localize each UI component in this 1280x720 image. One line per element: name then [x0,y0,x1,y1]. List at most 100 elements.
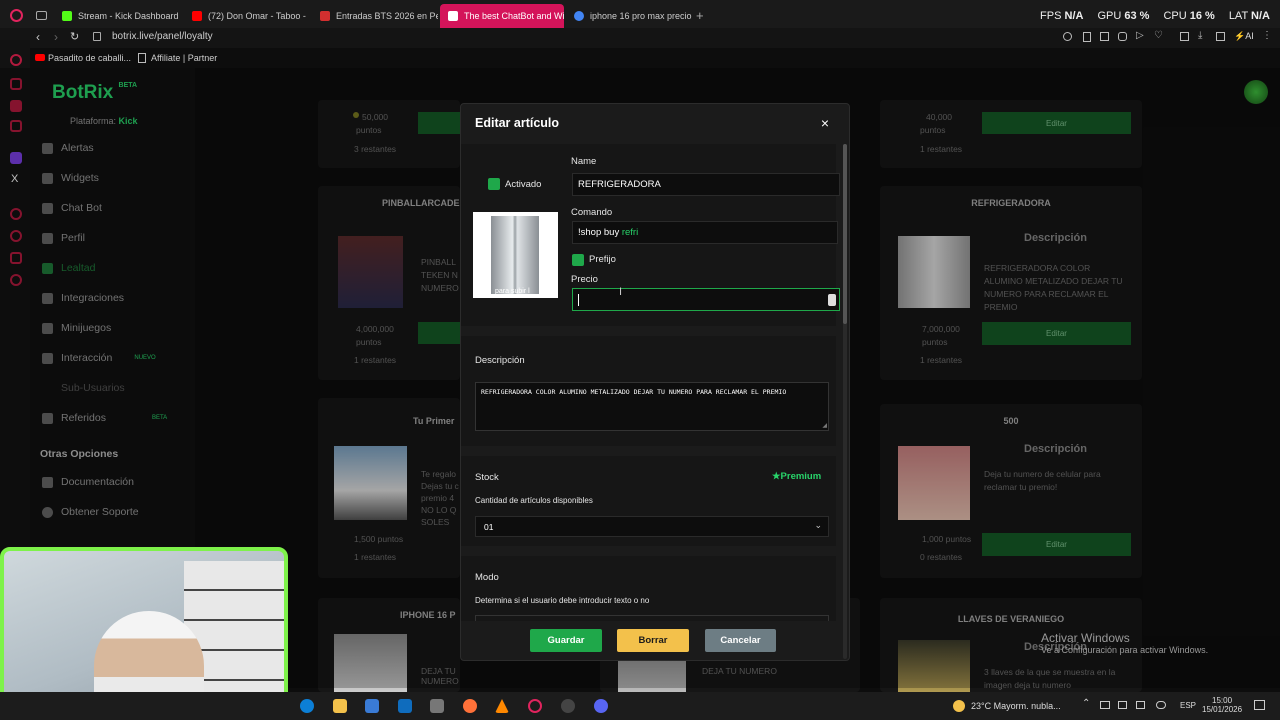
clock-date: 15/01/2026 [1202,705,1243,714]
chevron-down-icon: ⌄ [814,520,822,530]
file-explorer-icon[interactable] [333,699,347,713]
url-text[interactable]: botrix.live/panel/loyalty [112,31,213,42]
descripcion-textarea[interactable]: REFRIGERADORA COLOR ALUMINO METALIZADO D… [475,382,829,431]
modo-description: Determina si el usuario debe introducir … [475,596,650,605]
prefijo-label: Prefijo [589,254,616,265]
comando-label: Comando [571,207,613,218]
edge-icon[interactable] [300,699,314,713]
youtube-icon [192,11,202,21]
zoom-icon[interactable] [1063,32,1072,41]
menu-icon[interactable]: ⋮ [1262,30,1272,41]
tab-iphone-search[interactable]: iphone 16 pro max precio [566,4,692,28]
tab-overview-icon[interactable] [36,11,47,20]
bookmark-pasadito-label[interactable]: Pasadito de caballi... [48,53,131,63]
screenshot-icon[interactable] [1100,32,1109,41]
performance-stats: FPS N/A GPU 63 % CPU 16 % LAT N/A [1040,10,1270,22]
precio-label: Precio [571,274,598,285]
scroll-thumb[interactable] [843,144,847,324]
vlc-icon[interactable] [495,699,509,713]
clock-time: 15:00 [1212,696,1233,705]
guardar-button[interactable]: Guardar [530,629,602,652]
tab-botrix[interactable]: The best ChatBot and Wid [440,4,564,28]
store-icon[interactable] [365,699,379,713]
cantidad-value: 01 [484,521,494,532]
bookmark-affiliate[interactable]: Affiliate | Partner [151,53,217,63]
activado-checkbox[interactable] [488,178,500,190]
firefox-icon[interactable] [463,699,477,713]
edit-item-modal: Editar artículo × Activado Name REFRIGER… [460,103,850,661]
discord-icon[interactable] [594,699,608,713]
tab-youtube[interactable]: (72) Don Omar - Taboo - [184,4,312,28]
extensions-icon[interactable] [1180,32,1189,41]
app-icon[interactable] [430,699,444,713]
clock[interactable]: 15:00 15/01/2026 [1202,696,1242,714]
lat-label: LAT [1228,10,1248,22]
reload-icon[interactable]: ↻ [70,30,79,43]
weather-icon [953,700,965,712]
tab-bts-tickets[interactable]: Entradas BTS 2026 en Pe [312,4,438,28]
network-icon[interactable] [1100,701,1110,709]
close-icon[interactable]: × [821,115,829,131]
cloud-icon[interactable] [1156,701,1166,709]
camera-icon[interactable] [1136,701,1145,709]
cantidad-label: Cantidad de artículos disponibles [475,496,593,505]
mouse-cursor-icon: I [619,286,623,298]
gpu-label: GPU [1097,10,1122,22]
google-icon [574,11,584,21]
language-indicator[interactable]: ESP [1180,701,1196,710]
heart-icon[interactable]: ♡ [1154,30,1163,41]
comando-value: refri [621,227,639,238]
fridge-thumbnail [491,216,539,294]
weather-text[interactable]: 23°C Mayorm. nubla... [971,701,1061,711]
forward-icon[interactable]: › [54,30,58,44]
tab-label: (72) Don Omar - Taboo - [208,11,306,21]
text-cursor [578,294,579,306]
watermark-subtitle: Ve a Configuración para activar Windows. [1041,645,1209,655]
cpu-value: 16 % [1189,10,1215,22]
back-icon[interactable]: ‹ [36,30,40,44]
tab-label: Entradas BTS 2026 en Pe [336,11,438,21]
spinner-icon[interactable] [828,294,836,306]
prefijo-checkbox[interactable] [572,254,584,266]
home-icon[interactable] [1216,32,1225,41]
item-image-upload[interactable]: para subir l [473,212,558,298]
tray-chevron-icon[interactable]: ⌃ [1082,698,1090,709]
cantidad-select[interactable]: 01 ⌄ [475,516,829,537]
tab-label: iphone 16 pro max precio [590,11,692,21]
download-icon[interactable]: ⤓ [1198,30,1202,41]
precio-field[interactable] [572,288,840,311]
pin-icon[interactable] [1083,32,1091,42]
outlook-icon[interactable] [398,699,412,713]
borrar-button[interactable]: Borrar [617,629,689,652]
youtube-bookmark-icon [35,54,45,61]
speaker-icon[interactable] [1118,701,1127,709]
play-icon[interactable]: ▷ [1136,30,1144,41]
obs-icon[interactable] [561,699,575,713]
name-field[interactable]: REFRIGERADORA [572,173,840,196]
windows-taskbar: 23°C Mayorm. nubla... ⌃ ESP 15:00 15/01/… [0,692,1280,720]
cancelar-button[interactable]: Cancelar [705,629,776,652]
shield-icon[interactable] [1118,32,1127,41]
resize-handle-icon[interactable]: ◢ [822,422,827,429]
ai-icon[interactable]: ⚡AI [1234,31,1254,42]
modo-label: Modo [475,572,499,583]
fps-value: N/A [1064,10,1084,22]
new-tab-icon[interactable]: + [696,8,704,23]
opera-gx-icon[interactable] [528,699,542,713]
notifications-icon[interactable] [1254,700,1265,710]
watermark-title: Activar Windows [1041,631,1130,645]
comando-field[interactable]: !shop buy refri [572,221,838,244]
descripcion-value: REFRIGERADORA COLOR ALUMINO METALIZADO D… [481,388,787,396]
modo-field[interactable] [475,615,829,621]
comando-prefix: !shop buy [578,227,620,238]
browser-logo-icon[interactable] [10,9,23,22]
lat-value: N/A [1251,10,1270,22]
bookmarks-bar: Pasadito de caballi... Affiliate | Partn… [0,50,1280,68]
lock-icon [93,32,101,41]
botrix-icon [448,11,458,21]
loop-icon[interactable] [10,54,22,66]
tab-kick-dashboard[interactable]: Stream - Kick Dashboard [54,4,182,28]
windows-activation-watermark: Activar Windows Ve a Configuración para … [1041,631,1208,655]
fps-label: FPS [1040,10,1062,22]
page-icon [138,53,146,63]
